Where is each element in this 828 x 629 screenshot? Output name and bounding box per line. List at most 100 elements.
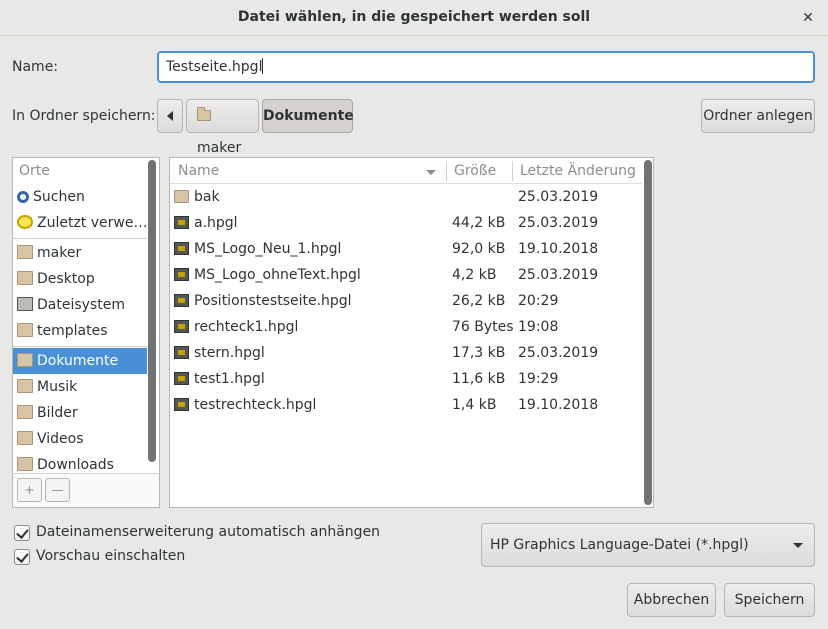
file-name-cell: MS_Logo_ohneText.hpgl: [174, 262, 361, 288]
file-date: 25.03.2019: [518, 267, 599, 283]
path-button-maker[interactable]: maker: [186, 99, 259, 156]
file-date: 19:08: [518, 319, 559, 335]
filename-value: Testseite.hpgl: [166, 59, 263, 75]
file-name-cell: Positionstestseite.hpgl: [174, 288, 352, 314]
file-size: 26,2 kB: [452, 293, 506, 309]
file-name-cell: MS_Logo_Neu_1.hpgl: [174, 236, 341, 262]
path-label-maker: maker: [197, 140, 242, 156]
file-name-cell: rechteck1.hpgl: [174, 314, 298, 340]
file-row-a-hpgl[interactable]: a.hpgl 44,2 kB 25.03.2019: [170, 210, 640, 236]
sidebar-item-videos[interactable]: Videos: [13, 426, 147, 452]
search-icon: [17, 191, 29, 203]
file-row-stern[interactable]: stern.hpgl 17,3 kB 25.03.2019: [170, 340, 640, 366]
file-row-positionstestseite[interactable]: Positionstestseite.hpgl 26,2 kB 20:29: [170, 288, 640, 314]
sidebar-separator: [13, 238, 147, 239]
file-date: 25.03.2019: [518, 189, 599, 205]
file-name-cell: stern.hpgl: [174, 340, 265, 366]
column-header-modified[interactable]: Letzte Änderung: [512, 158, 642, 184]
preview-label[interactable]: Vorschau einschalten: [36, 548, 185, 564]
save-button[interactable]: Speichern: [724, 583, 815, 617]
file-row-testrechteck[interactable]: testrechteck.hpgl 1,4 kB 19.10.2018: [170, 392, 640, 418]
file-row-bak[interactable]: bak 25.03.2019: [170, 184, 640, 210]
remove-bookmark-button[interactable]: —: [45, 478, 70, 502]
sidebar-item-label: templates: [37, 323, 108, 339]
image-file-icon: [174, 216, 189, 229]
sidebar-item-label: Dokumente: [37, 353, 119, 369]
sidebar-item-label: Downloads: [37, 457, 114, 473]
close-icon[interactable]: ✕: [798, 8, 818, 28]
sidebar-item-desktop[interactable]: Desktop: [13, 266, 147, 292]
file-name-cell: testrechteck.hpgl: [174, 392, 316, 418]
text-caret: [262, 58, 264, 74]
sidebar-item-recent[interactable]: Zuletzt verwe…: [13, 210, 147, 236]
folder-icon: [17, 431, 33, 445]
create-folder-button[interactable]: Ordner anlegen: [701, 99, 815, 133]
image-file-icon: [174, 320, 189, 333]
auto-extension-checkbox[interactable]: [14, 525, 30, 541]
image-file-icon: [174, 346, 189, 359]
file-list: Name Größe Letzte Änderung bak 25.03.201…: [169, 157, 654, 508]
name-label: Name:: [12, 59, 59, 75]
home-folder-icon: [17, 245, 33, 259]
file-name-cell: a.hpgl: [174, 210, 238, 236]
file-row-rechteck1[interactable]: rechteck1.hpgl 76 Bytes 19:08: [170, 314, 640, 340]
file-date: 19.10.2018: [518, 397, 599, 413]
file-row-ms-logo-neu[interactable]: MS_Logo_Neu_1.hpgl 92,0 kB 19.10.2018: [170, 236, 640, 262]
file-size: 44,2 kB: [452, 215, 506, 231]
file-type-filter-select[interactable]: HP Graphics Language-Datei (*.hpgl): [481, 523, 815, 567]
sidebar-item-label: Videos: [37, 431, 84, 447]
file-date: 19:29: [518, 371, 559, 387]
path-button-dokumente[interactable]: Dokumente: [262, 99, 354, 133]
image-file-icon: [174, 242, 189, 255]
file-date: 25.03.2019: [518, 345, 599, 361]
file-date: 20:29: [518, 293, 559, 309]
column-header-size[interactable]: Größe: [446, 158, 512, 184]
places-header: Orte: [19, 163, 50, 179]
sidebar-item-label: maker: [37, 245, 82, 261]
sidebar-item-label: Zuletzt verwe…: [37, 215, 147, 231]
sidebar-item-maker[interactable]: maker: [13, 240, 147, 266]
sidebar-item-label: Suchen: [33, 189, 85, 205]
file-size: 11,6 kB: [452, 371, 506, 387]
cancel-button[interactable]: Abbrechen: [627, 583, 716, 617]
sidebar-item-label: Desktop: [37, 271, 95, 287]
dialog-title: Datei wählen, in die gespeichert werden …: [237, 9, 591, 25]
sidebar-item-templates[interactable]: templates: [13, 318, 147, 344]
home-folder-icon: [197, 107, 211, 121]
chevron-down-icon: [793, 543, 803, 548]
preview-checkbox[interactable]: [14, 549, 30, 565]
sidebar-item-search[interactable]: Suchen: [13, 184, 147, 210]
file-row-test1[interactable]: test1.hpgl 11,6 kB 19:29: [170, 366, 640, 392]
folder-icon: [17, 379, 33, 393]
file-size: 76 Bytes: [452, 319, 514, 335]
sidebar-item-filesystem[interactable]: Dateisystem: [13, 292, 147, 318]
sidebar-item-dokumente[interactable]: Dokumente: [13, 348, 147, 374]
image-file-icon: [174, 372, 189, 385]
file-type-filter-value: HP Graphics Language-Datei (*.hpgl): [490, 537, 749, 553]
file-row-ms-logo-ohnetext[interactable]: MS_Logo_ohneText.hpgl 4,2 kB 25.03.2019: [170, 262, 640, 288]
file-name-cell: bak: [174, 184, 220, 210]
auto-extension-label[interactable]: Dateinamenserweiterung automatisch anhän…: [36, 524, 380, 540]
folder-icon: [17, 405, 33, 419]
recent-icon: [17, 215, 33, 229]
file-name-cell: test1.hpgl: [174, 366, 265, 392]
column-header-name[interactable]: Name: [170, 158, 446, 184]
file-size: 4,2 kB: [452, 267, 497, 283]
file-name: MS_Logo_ohneText.hpgl: [194, 267, 361, 283]
add-bookmark-button[interactable]: +: [17, 478, 42, 502]
file-list-scrollbar[interactable]: [644, 160, 652, 505]
sidebar-scrollbar[interactable]: [148, 160, 156, 462]
folder-icon: [17, 323, 33, 337]
image-file-icon: [174, 294, 189, 307]
chevron-left-icon: [167, 111, 173, 121]
sidebar-item-bilder[interactable]: Bilder: [13, 400, 147, 426]
path-back-button[interactable]: [157, 99, 183, 133]
sidebar-item-musik[interactable]: Musik: [13, 374, 147, 400]
file-name: testrechteck.hpgl: [194, 397, 317, 413]
sidebar-item-label: Musik: [37, 379, 78, 395]
file-name: rechteck1.hpgl: [194, 319, 299, 335]
file-size: 17,3 kB: [452, 345, 506, 361]
filename-input[interactable]: Testseite.hpgl: [157, 51, 815, 83]
sidebar-item-label: Dateisystem: [37, 297, 125, 313]
folder-icon: [174, 190, 189, 203]
